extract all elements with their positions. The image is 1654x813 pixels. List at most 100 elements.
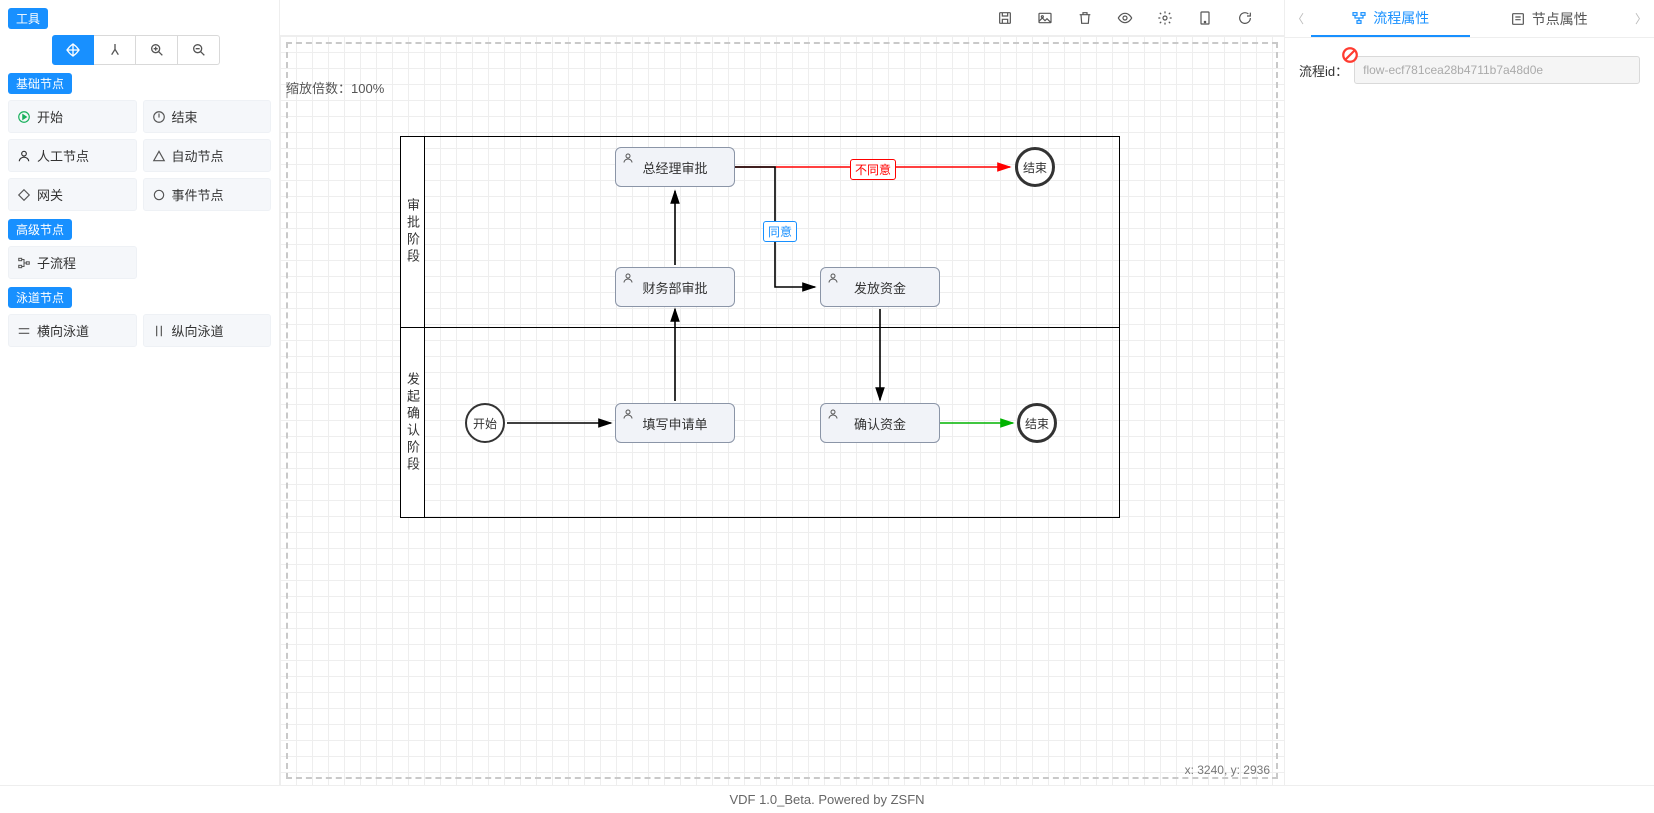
lane-header-approval[interactable]: 审批阶段 [401,137,425,327]
node-gm-approval[interactable]: 总经理审批 [615,147,735,187]
edge-label-agree[interactable]: 同意 [763,221,797,242]
sidebar: 工具 基础节点开始 结束人工节点 自动节点网关 事件节点高级节点子流程泳道节点横向泳道… [0,0,280,785]
diamond-icon [17,188,31,202]
node-label: 确认资金 [854,414,906,433]
forbidden-icon [1341,46,1359,64]
property-tabs: 〈 流程属性 节点属性 〉 [1285,0,1654,38]
flow-id-row: 流程id： [1285,38,1654,102]
flow-id-input[interactable] [1354,56,1640,84]
zoom-out-button[interactable] [178,35,220,65]
triangle-icon [152,149,166,163]
person-icon [17,149,31,163]
palette-item-hlane[interactable]: 横向泳道 [8,314,137,347]
palette-grid: 横向泳道 纵向泳道 [8,314,271,347]
palette-item-circle[interactable]: 事件节点 [143,178,272,211]
subflow-icon [17,256,31,270]
node-start[interactable]: 开始 [465,403,505,443]
palette-item-triangle[interactable]: 自动节点 [143,139,272,172]
move-tool-button[interactable] [52,35,94,65]
file-icon [1197,10,1213,26]
save-button[interactable] [996,9,1014,27]
palette-grid: 子流程 [8,246,271,279]
swimlane-pool[interactable]: 审批阶段 [400,136,1120,518]
preview-button[interactable] [1116,9,1134,27]
vlane-icon [152,324,166,338]
person-icon [622,408,634,423]
settings-button[interactable] [1156,9,1174,27]
person-icon [622,272,634,287]
tools-tag: 工具 [8,8,48,29]
palette-item-subflow[interactable]: 子流程 [8,246,137,279]
node-end-complete[interactable]: 结束 [1017,403,1057,443]
right-panel: 〈 流程属性 节点属性 〉 流程id： [1284,0,1654,785]
image-icon [1037,10,1053,26]
lane-initiate[interactable]: 发起确认阶段 开始 [401,327,1119,517]
palette-item-label: 开始 [37,107,63,126]
palette-item-label: 网关 [37,185,63,204]
flow-icon [1351,10,1367,26]
person-icon [827,272,839,287]
node-icon [1510,11,1526,27]
circle-icon [152,188,166,202]
node-label: 结束 [1023,159,1047,176]
palette-item-play[interactable]: 开始 [8,100,137,133]
person-icon [827,408,839,423]
node-finance-approval[interactable]: 财务部审批 [615,267,735,307]
branch-icon [107,42,123,58]
tab-label: 节点属性 [1532,9,1588,29]
edge-label-disagree[interactable]: 不同意 [850,159,896,180]
lane-header-initiate[interactable]: 发起确认阶段 [401,328,425,517]
footer: VDF 1.0_Beta. Powered by ZSFN [0,785,1654,813]
refresh-button[interactable] [1236,9,1254,27]
tab-flow-props[interactable]: 流程属性 [1311,0,1470,37]
zoom-in-button[interactable] [136,35,178,65]
trash-icon [1077,10,1093,26]
eye-icon [1117,10,1133,26]
image-button[interactable] [1036,9,1054,27]
tool-button-group [52,35,271,65]
move-icon [65,42,81,58]
lane-approval[interactable]: 审批阶段 [401,137,1119,327]
node-label: 填写申请单 [642,414,707,433]
cursor-coords: x: 3240, y: 2936 [1185,763,1270,777]
lane-body-approval[interactable]: 总经理审批 财务部审批 发放资金 [425,137,1119,327]
palette-item-label: 子流程 [37,253,76,272]
palette-item-label: 结束 [172,107,198,126]
hlane-icon [17,324,31,338]
tab-node-props[interactable]: 节点属性 [1470,0,1629,37]
save-icon [997,10,1013,26]
power-icon [152,110,166,124]
delete-button[interactable] [1076,9,1094,27]
play-icon [17,110,31,124]
node-fill-application[interactable]: 填写申请单 [615,403,735,443]
node-label: 发放资金 [854,278,906,297]
palette-item-diamond[interactable]: 网关 [8,178,137,211]
section-tag: 泳道节点 [8,287,72,308]
node-issue-funds[interactable]: 发放资金 [820,267,940,307]
node-confirm-funds[interactable]: 确认资金 [820,403,940,443]
palette-item-vlane[interactable]: 纵向泳道 [143,314,272,347]
tab-label: 流程属性 [1373,8,1429,28]
palette-item-label: 自动节点 [172,146,224,165]
top-toolbar [280,0,1284,36]
person-icon [622,152,634,167]
node-end-reject[interactable]: 结束 [1015,147,1055,187]
palette-item-power[interactable]: 结束 [143,100,272,133]
branch-tool-button[interactable] [94,35,136,65]
node-label: 开始 [473,415,497,432]
section-tag: 基础节点 [8,73,72,94]
tab-next[interactable]: 〉 [1628,10,1654,27]
canvas-area: 缩放倍数：100% 审批阶段 [280,0,1284,785]
section-tag: 高级节点 [8,219,72,240]
tab-prev[interactable]: 〈 [1285,10,1311,27]
file-button[interactable] [1196,9,1214,27]
palette-item-label: 人工节点 [37,146,89,165]
refresh-icon [1237,10,1253,26]
palette-grid: 开始 结束人工节点 自动节点网关 事件节点 [8,100,271,211]
palette-item-label: 纵向泳道 [172,321,224,340]
canvas[interactable]: 缩放倍数：100% 审批阶段 [280,36,1284,785]
lane-body-initiate[interactable]: 开始 填写申请单 确认资金 [425,328,1119,517]
palette-item-label: 横向泳道 [37,321,89,340]
node-label: 结束 [1025,415,1049,432]
palette-item-person[interactable]: 人工节点 [8,139,137,172]
